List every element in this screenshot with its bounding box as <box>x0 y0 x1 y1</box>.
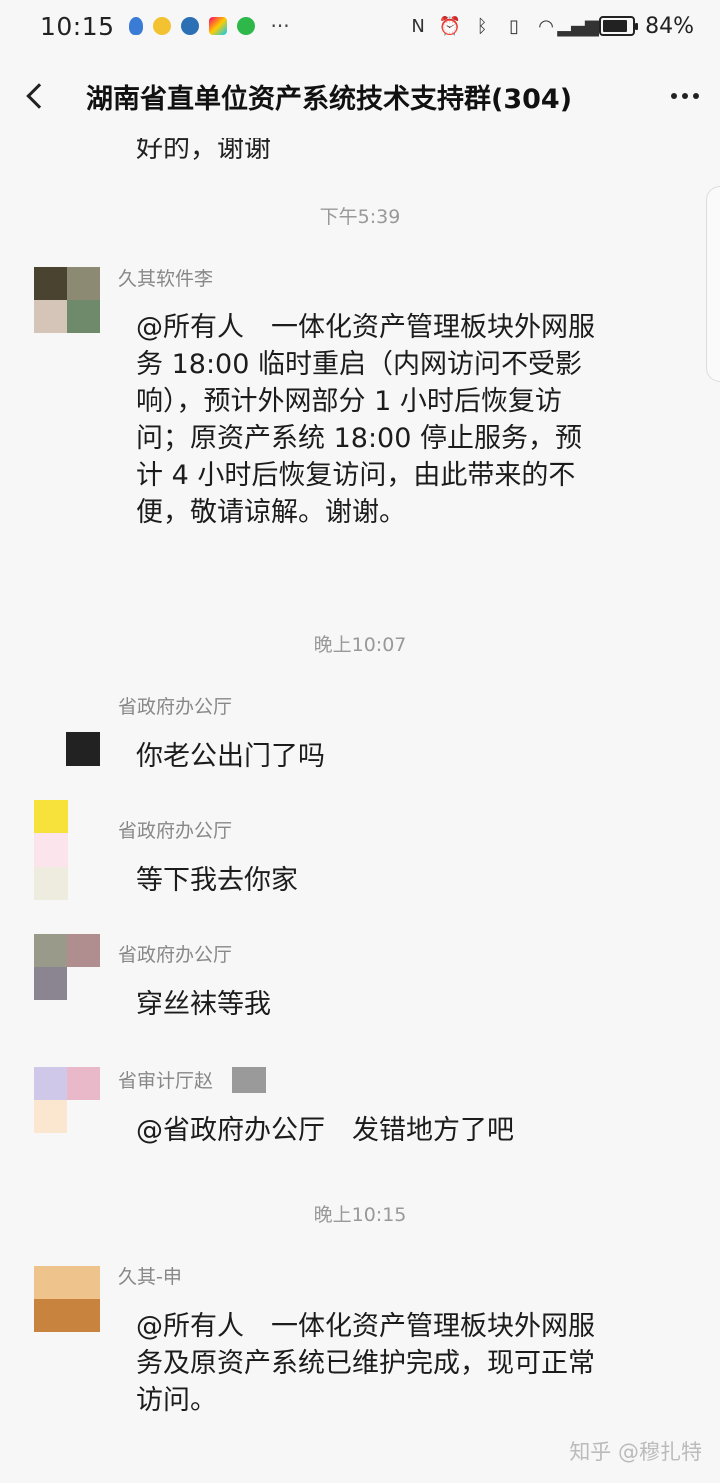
battery-percent: 84% <box>645 13 694 39</box>
timestamp: 晚上10:07 <box>313 634 407 656</box>
alarm-icon: ⏰ <box>438 15 462 37</box>
app-icon <box>236 17 255 35</box>
notification-icons: ··· <box>128 14 290 38</box>
sender-name[interactable]: 久其软件李 <box>118 264 213 291</box>
message-text[interactable]: @省政府办公厅 发错地方了吧 <box>136 1112 606 1149</box>
battery-icon <box>599 16 639 36</box>
more-notifications-icon: ··· <box>270 14 290 38</box>
message-text[interactable]: 等下我去你家 <box>136 862 606 899</box>
shield-icon <box>128 17 143 35</box>
watermark: 知乎 @穆扎特 <box>569 1440 702 1464</box>
avatar[interactable] <box>34 800 68 900</box>
sender-name[interactable]: 省政府办公厅 <box>118 692 232 719</box>
dot-icon <box>693 93 699 99</box>
chevron-left-icon <box>26 83 52 109</box>
sender-name[interactable]: 省政府办公厅 <box>118 816 232 843</box>
vibrate-icon: ▯ <box>509 15 520 37</box>
wifi-icon: ◠ <box>538 15 554 37</box>
message-text[interactable]: 穿丝袜等我 <box>136 986 606 1023</box>
sender-name[interactable]: 久其-申 <box>118 1262 182 1289</box>
avatar[interactable] <box>34 1266 100 1332</box>
nfc-icon: N <box>411 15 425 37</box>
dot-icon <box>682 93 688 99</box>
chat-header: 湖南省直单位资产系统技术支持群(304) <box>0 60 720 132</box>
status-bar: 10:15 ··· N ⏰ ᛒ ▯ ◠ ▂▄▆ 84% <box>0 0 720 52</box>
message-text[interactable]: 你老公出门了吗 <box>136 738 606 775</box>
timestamp: 下午5:39 <box>319 206 401 228</box>
app-icon <box>180 17 199 35</box>
chat-title: 湖南省直单位资产系统技术支持群(304) <box>86 83 573 115</box>
timestamp: 晚上10:15 <box>313 1204 407 1226</box>
more-options-button[interactable] <box>650 60 720 132</box>
avatar[interactable] <box>34 267 100 333</box>
dot-icon <box>671 93 677 99</box>
back-button[interactable] <box>0 60 70 132</box>
avatar[interactable] <box>34 934 100 1000</box>
status-time: 10:15 <box>40 11 115 41</box>
avatar[interactable] <box>66 732 100 766</box>
app-icon <box>152 17 171 35</box>
avatar[interactable] <box>34 1067 100 1133</box>
system-icons: N ⏰ ᛒ ▯ ◠ ▂▄▆ 84% <box>407 14 694 39</box>
sender-name[interactable]: 省政府办公厅 <box>118 940 232 967</box>
message-text[interactable]: @所有人 一体化资产管理板块外网服务及原资产系统已维护完成，现可正常访问。 <box>136 1308 606 1419</box>
sender-name[interactable]: 省审计厅赵 <box>118 1066 213 1093</box>
redaction-block <box>232 1067 266 1093</box>
signal-icon: ▂▄▆ <box>557 15 599 37</box>
bluetooth-icon: ᛒ <box>476 15 488 37</box>
app-icon <box>208 17 227 35</box>
message-text[interactable]: @所有人 一体化资产管理板块外网服务 18:00 临时重启（内网访问不受影响），… <box>136 309 606 531</box>
